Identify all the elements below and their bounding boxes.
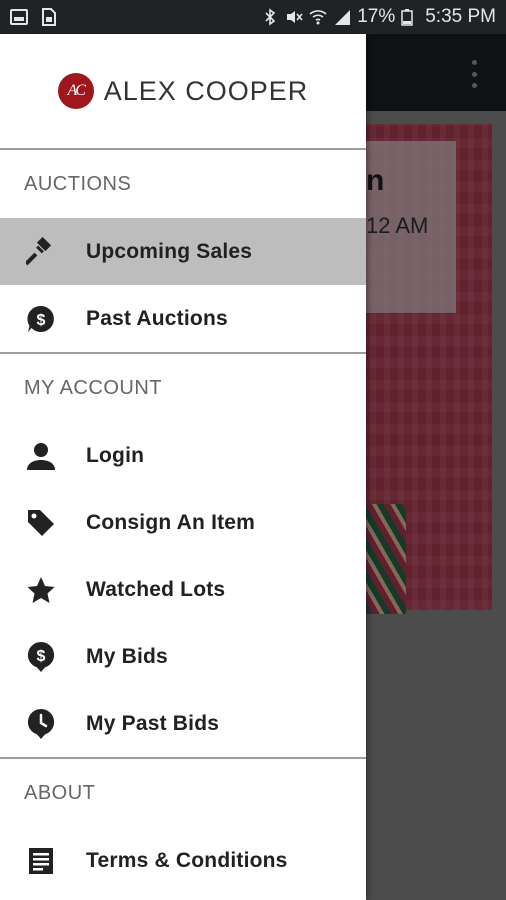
battery-percent: 17% <box>357 6 396 27</box>
clock-pin-icon <box>24 707 58 741</box>
gavel-icon <box>24 235 58 269</box>
drawer-item-watched-lots[interactable]: Watched Lots <box>0 556 366 623</box>
sim-icon <box>40 8 58 26</box>
drawer-item-label: Login <box>86 443 145 467</box>
signal-icon <box>333 8 351 26</box>
drawer-item-label: Terms & Conditions <box>86 848 288 872</box>
dollar-chat-icon: $ <box>24 302 58 336</box>
drawer-item-label: Upcoming Sales <box>86 239 253 263</box>
drawer-item-terms[interactable]: Terms & Conditions <box>0 827 366 894</box>
svg-text:$: $ <box>37 312 46 329</box>
brand-logo-icon: AC <box>57 73 94 109</box>
section-header-about: ABOUT <box>24 781 96 804</box>
wifi-icon <box>309 8 327 26</box>
person-icon <box>24 439 58 473</box>
drawer-item-label: Watched Lots <box>86 577 226 601</box>
status-bar: 17% 5:35 PM <box>0 0 506 34</box>
drawer-item-label: Past Auctions <box>86 306 228 330</box>
drawer-item-upcoming-sales[interactable]: Upcoming Sales <box>0 218 366 285</box>
star-icon <box>24 573 58 607</box>
drawer-item-past-auctions[interactable]: $ Past Auctions <box>0 285 366 352</box>
svg-text:$: $ <box>37 648 46 665</box>
drawer-item-my-past-bids[interactable]: My Past Bids <box>0 690 366 757</box>
document-icon <box>24 844 58 878</box>
brand-name: ALEX COOPER <box>103 75 309 106</box>
bluetooth-icon <box>261 8 279 26</box>
drawer-item-login[interactable]: Login <box>0 422 366 489</box>
drawer-item-consign[interactable]: Consign An Item <box>0 489 366 556</box>
status-time: 5:35 PM <box>425 6 496 27</box>
navigation-drawer: AC ALEX COOPER AUCTIONS Upcoming Sales $… <box>0 34 366 900</box>
section-header-my-account: MY ACCOUNT <box>24 376 162 399</box>
mute-icon <box>285 8 303 26</box>
section-header-auctions: AUCTIONS <box>24 172 132 195</box>
image-icon <box>10 8 28 26</box>
drawer-item-label: My Bids <box>86 644 168 668</box>
drawer-brand-header: AC ALEX COOPER <box>0 34 366 150</box>
drawer-item-label: My Past Bids <box>86 711 220 735</box>
battery-icon <box>401 8 419 26</box>
tag-icon <box>24 506 58 540</box>
drawer-item-my-bids[interactable]: $ My Bids <box>0 623 366 690</box>
dollar-pin-icon: $ <box>24 640 58 674</box>
drawer-item-label: Consign An Item <box>86 510 256 534</box>
